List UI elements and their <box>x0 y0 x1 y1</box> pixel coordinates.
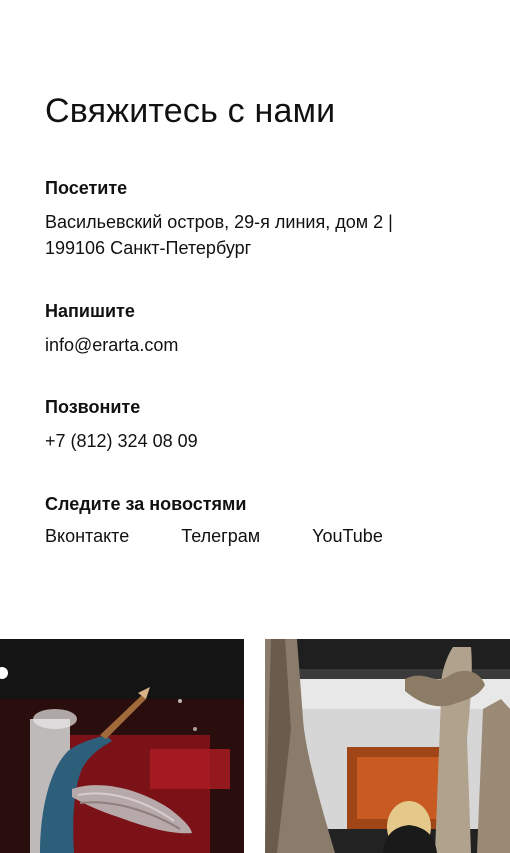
visit-block: Посетите Васильевский остров, 29-я линия… <box>45 178 485 261</box>
call-block: Позвоните +7 (812) 324 08 09 <box>45 397 485 454</box>
installation-photo <box>265 639 510 853</box>
write-block: Напишите info@erarta.com <box>45 301 485 358</box>
social-block: Следите за новостями Вконтакте Телеграм … <box>45 494 485 549</box>
email-link[interactable]: info@erarta.com <box>45 335 178 355</box>
photo-gallery <box>0 639 510 853</box>
social-links: Вконтакте Телеграм YouTube <box>45 523 485 549</box>
address-line-2: 199106 Санкт-Петербург <box>45 238 252 258</box>
visit-heading: Посетите <box>45 178 128 198</box>
vkontakte-link[interactable]: Вконтакте <box>45 523 129 549</box>
page-title: Свяжитесь с нами <box>45 92 336 130</box>
phone-link[interactable]: +7 (812) 324 08 09 <box>45 431 198 451</box>
address-text: Васильевский остров, 29-я линия, дом 2 |… <box>45 209 485 261</box>
telegram-link[interactable]: Телеграм <box>181 523 260 549</box>
address-line-1: Васильевский остров, 29-я линия, дом 2 | <box>45 212 393 232</box>
write-heading: Напишите <box>45 301 135 321</box>
call-heading: Позвоните <box>45 397 141 417</box>
social-heading: Следите за новостями <box>45 494 247 514</box>
youtube-link[interactable]: YouTube <box>312 523 383 549</box>
sculpture-photo <box>0 639 244 853</box>
